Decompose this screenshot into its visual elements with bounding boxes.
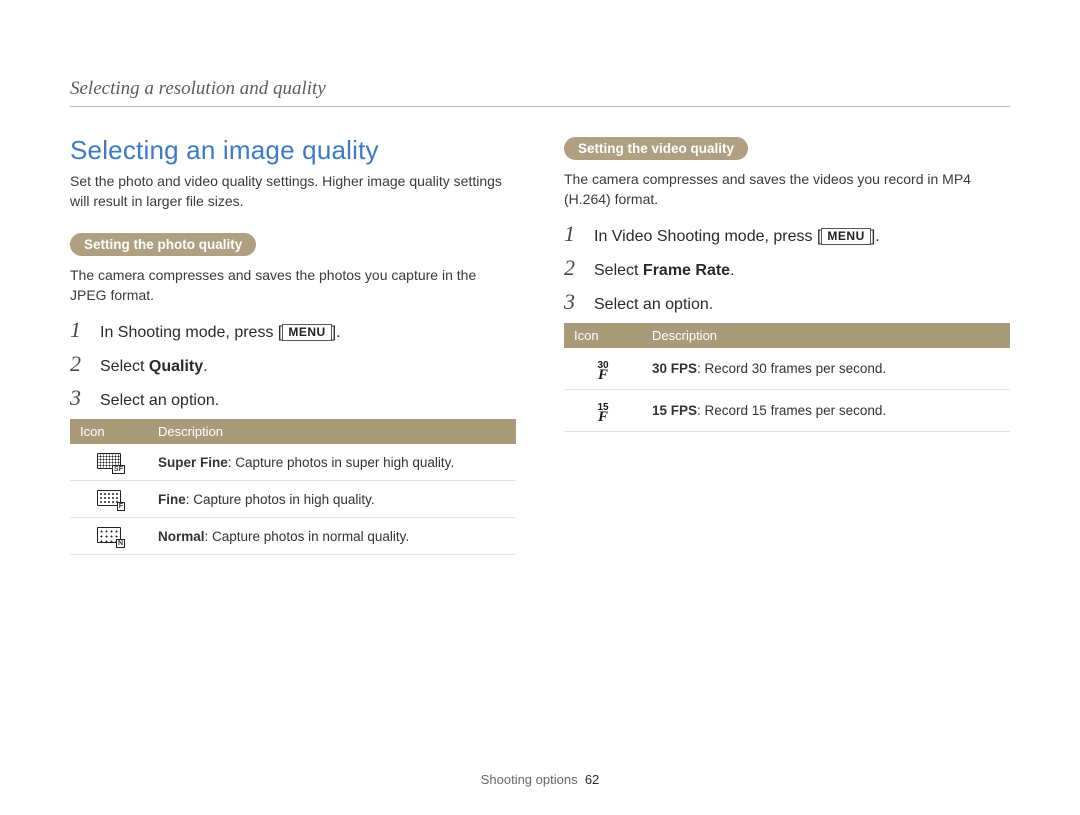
photo-step-3: 3 Select an option.: [70, 385, 516, 411]
row-rest: : Capture photos in normal quality.: [205, 529, 410, 544]
content-columns: Selecting an image quality Set the photo…: [70, 135, 1010, 555]
step-number: 1: [70, 317, 88, 343]
step-text-post: ].: [871, 228, 880, 245]
row-desc: Normal: Capture photos in normal quality…: [148, 518, 516, 555]
menu-icon: MENU: [821, 228, 870, 245]
row-desc: Super Fine: Capture photos in super high…: [148, 444, 516, 481]
table-header-description: Description: [148, 419, 516, 444]
row-desc: Fine: Capture photos in high quality.: [148, 481, 516, 518]
fps-30-icon: 30F: [591, 363, 615, 381]
table-row: F Fine: Capture photos in high quality.: [70, 481, 516, 518]
table-row: N Normal: Capture photos in normal quali…: [70, 518, 516, 555]
step-text-pre: In Shooting mode, press [: [100, 324, 282, 341]
step-text-bold: Frame Rate: [643, 262, 730, 279]
step-number: 1: [564, 221, 582, 247]
video-step-2: 2 Select Frame Rate.: [564, 255, 1010, 281]
step-number: 3: [564, 289, 582, 315]
table-row: 15F 15 FPS: Record 15 frames per second.: [564, 389, 1010, 431]
table-header-icon: Icon: [70, 419, 148, 444]
step-text-pre: In Video Shooting mode, press [: [594, 228, 821, 245]
row-desc: 15 FPS: Record 15 frames per second.: [642, 389, 1010, 431]
photo-step-2: 2 Select Quality.: [70, 351, 516, 377]
video-desc: The camera compresses and saves the vide…: [564, 170, 1010, 209]
row-bold: Fine: [158, 492, 186, 507]
row-bold: 30 FPS: [652, 361, 697, 376]
page-number: 62: [585, 772, 599, 787]
left-column: Selecting an image quality Set the photo…: [70, 135, 516, 555]
photo-quality-pill: Setting the photo quality: [70, 233, 256, 256]
page-footer: Shooting options 62: [0, 772, 1080, 787]
step-text: Select an option.: [100, 392, 219, 410]
photo-step-1: 1 In Shooting mode, press [MENU].: [70, 317, 516, 343]
menu-icon: MENU: [282, 324, 331, 341]
step-text-post: ].: [332, 324, 341, 341]
footer-label: Shooting options: [481, 772, 578, 787]
video-step-1: 1 In Video Shooting mode, press [MENU].: [564, 221, 1010, 247]
photo-quality-table: Icon Description SF Super Fine: Capture …: [70, 419, 516, 555]
photo-desc: The camera compresses and saves the phot…: [70, 266, 516, 305]
step-text-pre: Select: [594, 262, 643, 279]
row-rest: : Record 30 frames per second.: [697, 361, 886, 376]
row-rest: : Record 15 frames per second.: [697, 403, 886, 418]
step-text-pre: Select: [100, 358, 149, 375]
row-rest: : Capture photos in super high quality.: [228, 455, 454, 470]
step-number: 3: [70, 385, 88, 411]
step-text: Select Frame Rate.: [594, 262, 735, 280]
photo-steps: 1 In Shooting mode, press [MENU]. 2 Sele…: [70, 317, 516, 411]
video-quality-table: Icon Description 30F 30 FPS: Record 30 f…: [564, 323, 1010, 432]
step-text: Select an option.: [594, 296, 713, 314]
table-header-description: Description: [642, 323, 1010, 348]
step-text-post: .: [730, 262, 734, 279]
step-number: 2: [564, 255, 582, 281]
table-row: 30F 30 FPS: Record 30 frames per second.: [564, 348, 1010, 389]
video-quality-pill: Setting the video quality: [564, 137, 748, 160]
row-bold: Super Fine: [158, 455, 228, 470]
table-header-icon: Icon: [564, 323, 642, 348]
step-number: 2: [70, 351, 88, 377]
breadcrumb: Selecting a resolution and quality: [70, 78, 1010, 107]
step-text: In Shooting mode, press [MENU].: [100, 324, 341, 342]
step-text: Select Quality.: [100, 358, 208, 376]
super-fine-icon: SF: [97, 452, 121, 470]
row-bold: Normal: [158, 529, 205, 544]
right-column: Setting the video quality The camera com…: [564, 135, 1010, 555]
intro-text: Set the photo and video quality settings…: [70, 172, 516, 211]
video-steps: 1 In Video Shooting mode, press [MENU]. …: [564, 221, 1010, 315]
step-text-post: .: [203, 358, 207, 375]
row-bold: 15 FPS: [652, 403, 697, 418]
step-text: In Video Shooting mode, press [MENU].: [594, 228, 880, 246]
step-text-bold: Quality: [149, 358, 203, 375]
fine-icon: F: [97, 489, 121, 507]
row-desc: 30 FPS: Record 30 frames per second.: [642, 348, 1010, 389]
section-title: Selecting an image quality: [70, 135, 516, 166]
fps-15-icon: 15F: [591, 405, 615, 423]
row-rest: : Capture photos in high quality.: [186, 492, 375, 507]
table-row: SF Super Fine: Capture photos in super h…: [70, 444, 516, 481]
video-step-3: 3 Select an option.: [564, 289, 1010, 315]
normal-icon: N: [97, 526, 121, 544]
